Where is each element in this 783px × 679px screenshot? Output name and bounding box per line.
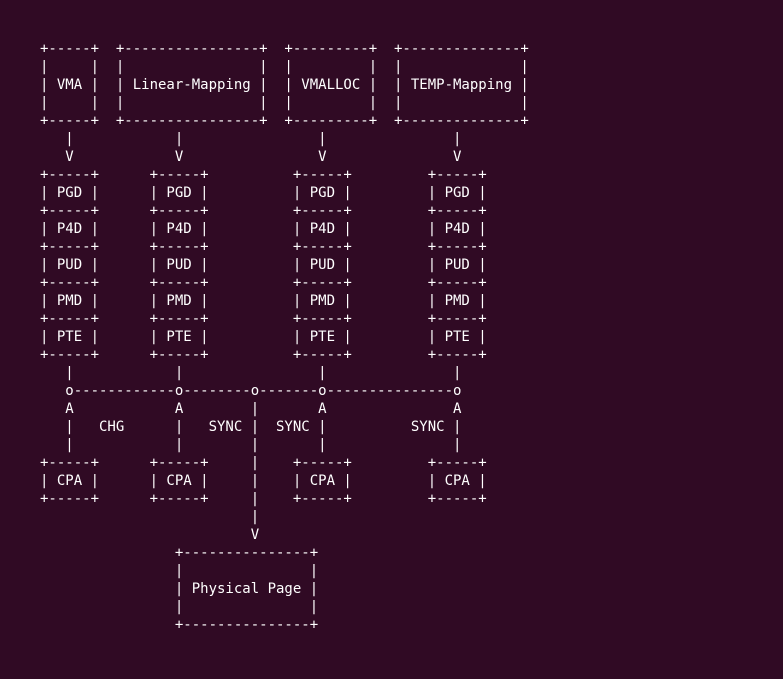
diagram-line: +-----+ +-----+ +-----+ +-----+ — [40, 239, 487, 255]
diagram-line: o------------o--------o-------o---------… — [40, 383, 461, 399]
diagram-line: | CPA | | CPA | | | CPA | | CPA | — [40, 473, 487, 489]
diagram-line: | PMD | | PMD | | PMD | | PMD | — [40, 293, 487, 309]
diagram-line: | | | | | — [40, 437, 461, 453]
diagram-line: | PTE | | PTE | | PTE | | PTE | — [40, 329, 487, 345]
diagram-line: | PGD | | PGD | | PGD | | PGD | — [40, 185, 487, 201]
diagram-line: V — [40, 527, 259, 543]
diagram-line: V V V V — [40, 149, 461, 165]
diagram-line: | — [40, 509, 259, 525]
diagram-line: +-----+ +-----+ +-----+ +-----+ — [40, 347, 487, 363]
diagram-line: +---------------+ — [40, 545, 318, 561]
diagram-line: | | | | | | | | — [40, 59, 529, 75]
diagram-line: A A | A A — [40, 401, 461, 417]
diagram-line: | PUD | | PUD | | PUD | | PUD | — [40, 257, 487, 273]
diagram-line: +-----+ +-----+ +-----+ +-----+ — [40, 203, 487, 219]
diagram-line: +-----+ +-----+ +-----+ +-----+ — [40, 275, 487, 291]
diagram-line: | | | | — [40, 365, 461, 381]
diagram-line: | P4D | | P4D | | P4D | | P4D | — [40, 221, 487, 237]
diagram-line: +-----+ +----------------+ +---------+ +… — [40, 113, 529, 129]
ascii-diagram: +-----+ +----------------+ +---------+ +… — [0, 0, 783, 674]
diagram-line: | | | | | | | | — [40, 95, 529, 111]
diagram-line: +-----+ +-----+ +-----+ +-----+ — [40, 311, 487, 327]
diagram-line: | CHG | SYNC | SYNC | SYNC | — [40, 419, 461, 435]
diagram-line: | | — [40, 563, 318, 579]
diagram-line: | VMA | | Linear-Mapping | | VMALLOC | |… — [40, 77, 529, 93]
diagram-line: +-----+ +-----+ | +-----+ +-----+ — [40, 491, 487, 507]
diagram-line: +---------------+ — [40, 617, 318, 633]
diagram-line: | | — [40, 599, 318, 615]
diagram-line: | | | | — [40, 131, 461, 147]
diagram-line: +-----+ +-----+ +-----+ +-----+ — [40, 167, 487, 183]
diagram-line: | Physical Page | — [40, 581, 318, 597]
diagram-line: +-----+ +-----+ | +-----+ +-----+ — [40, 455, 487, 471]
diagram-line: +-----+ +----------------+ +---------+ +… — [40, 41, 529, 57]
